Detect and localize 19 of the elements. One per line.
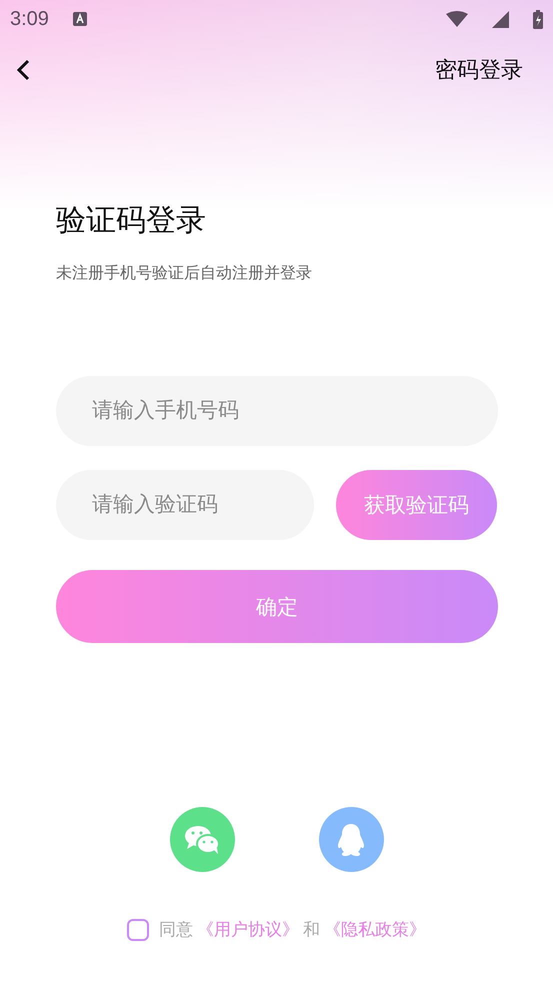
signal-icon [492, 10, 509, 28]
privacy-policy-link[interactable]: 《隐私政策》 [324, 918, 426, 941]
wifi-icon [446, 11, 468, 27]
battery-icon [533, 10, 543, 28]
page-title: 验证码登录 [56, 203, 207, 239]
page-subtitle: 未注册手机号验证后自动注册并登录 [56, 264, 313, 284]
agree-label: 同意 [159, 919, 193, 941]
and-label: 和 [303, 919, 320, 941]
confirm-button[interactable]: 确定 [56, 570, 498, 643]
chat-bubbles-icon [184, 824, 220, 854]
phone-input-field[interactable]: 请输入手机号码 [56, 376, 498, 446]
code-input-field[interactable]: 请输入验证码 [56, 470, 314, 540]
agree-checkbox[interactable] [127, 918, 149, 940]
password-login-link[interactable]: 密码登录 [435, 55, 523, 85]
get-code-button[interactable]: 获取验证码 [336, 470, 497, 540]
keyboard-icon [72, 12, 87, 26]
penguin-icon [336, 822, 366, 856]
user-agreement-link[interactable]: 《用户协议》 [197, 918, 299, 941]
status-time: 3:09 [10, 8, 49, 30]
